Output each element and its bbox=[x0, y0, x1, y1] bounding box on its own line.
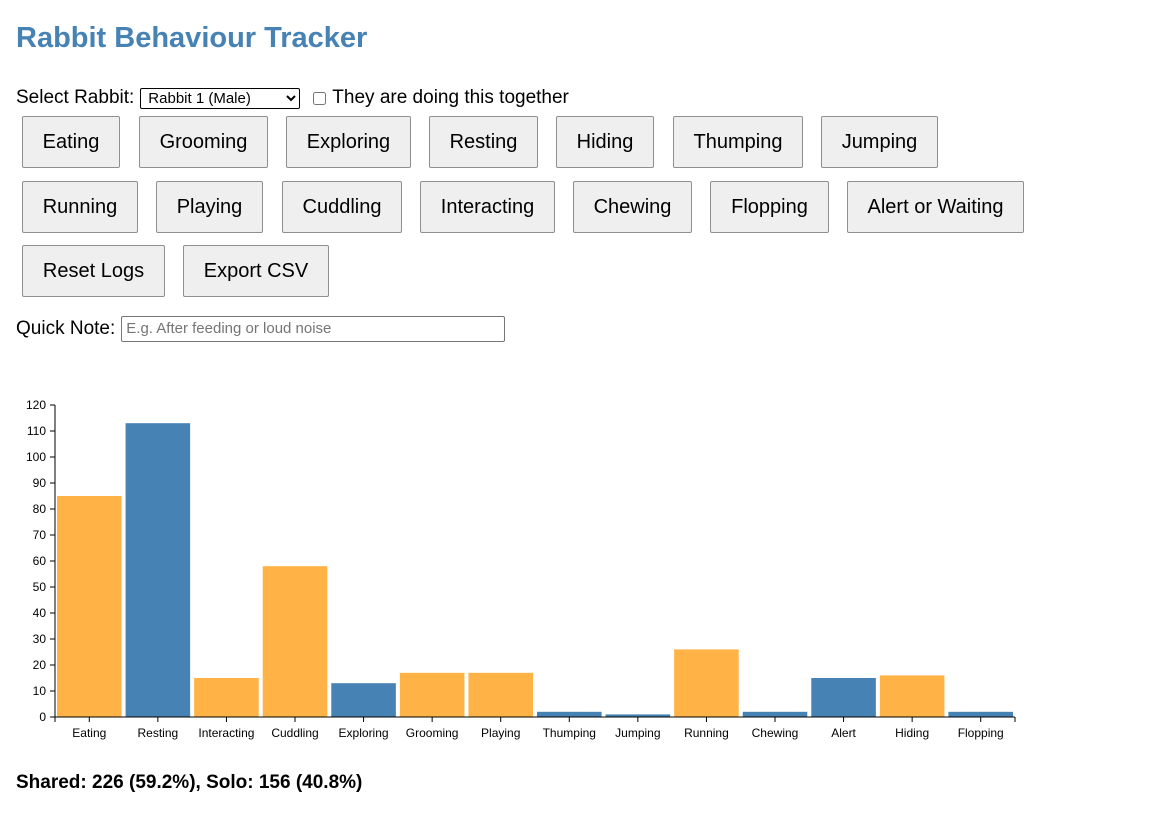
running-button[interactable]: Running bbox=[22, 181, 138, 233]
resting-button[interactable]: Resting bbox=[429, 116, 538, 168]
grooming-button[interactable]: Grooming bbox=[139, 116, 268, 168]
page-title: Rabbit Behaviour Tracker bbox=[16, 22, 368, 54]
bar-playing bbox=[468, 672, 533, 717]
alert-or-waiting-button[interactable]: Alert or Waiting bbox=[847, 181, 1024, 233]
quick-note-label: Quick Note: bbox=[16, 317, 116, 339]
x-tick-label: Cuddling bbox=[271, 726, 318, 740]
jumping-button[interactable]: Jumping bbox=[821, 116, 938, 168]
y-tick-label: 100 bbox=[26, 450, 46, 464]
y-tick-label: 30 bbox=[33, 632, 47, 646]
bar-interacting bbox=[194, 678, 259, 717]
y-tick-label: 20 bbox=[33, 658, 47, 672]
together-label: They are doing this together bbox=[332, 87, 569, 108]
y-tick-label: 110 bbox=[27, 424, 46, 438]
hiding-button[interactable]: Hiding bbox=[556, 116, 654, 168]
x-tick-label: Hiding bbox=[895, 726, 929, 740]
bar-alert bbox=[811, 678, 876, 717]
y-tick-label: 70 bbox=[33, 528, 47, 542]
y-tick-label: 90 bbox=[33, 476, 47, 490]
cuddling-button[interactable]: Cuddling bbox=[282, 181, 402, 233]
shared-solo-summary: Shared: 226 (59.2%), Solo: 156 (40.8%) bbox=[16, 772, 363, 793]
bar-flopping bbox=[948, 711, 1013, 717]
y-tick-label: 80 bbox=[33, 502, 47, 516]
bar-eating bbox=[57, 496, 122, 717]
playing-button[interactable]: Playing bbox=[156, 181, 263, 233]
x-tick-label: Exploring bbox=[339, 726, 389, 740]
exploring-button[interactable]: Exploring bbox=[286, 116, 411, 168]
x-tick-label: Jumping bbox=[615, 726, 660, 740]
eating-button[interactable]: Eating bbox=[22, 116, 120, 168]
x-tick-label: Alert bbox=[831, 726, 856, 740]
x-tick-label: Interacting bbox=[198, 726, 254, 740]
reset-logs-button[interactable]: Reset Logs bbox=[22, 245, 165, 297]
select-rabbit-label: Select Rabbit: bbox=[16, 87, 135, 108]
bar-resting bbox=[125, 423, 191, 717]
behaviour-bar-chart: 0 10 20 30 40 50 60 70 80 90 100 110 120 Eating Restin… bbox=[26, 398, 1016, 740]
y-tick-label: 0 bbox=[39, 710, 46, 724]
x-tick-label: Chewing bbox=[752, 726, 799, 740]
bar-hiding bbox=[879, 675, 945, 717]
export-csv-button[interactable]: Export CSV bbox=[183, 245, 329, 297]
y-tick-label: 40 bbox=[33, 606, 47, 620]
x-tick-label: Grooming bbox=[406, 726, 459, 740]
bar-chewing bbox=[742, 711, 808, 717]
bar-exploring bbox=[331, 683, 396, 717]
y-tick-label: 50 bbox=[33, 580, 47, 594]
quick-note-row: Quick Note: bbox=[16, 315, 506, 342]
thumping-button[interactable]: Thumping bbox=[673, 116, 803, 168]
rabbit-select-row: Select Rabbit: Rabbit 1 (Male) They are … bbox=[16, 86, 569, 110]
x-tick-label: Eating bbox=[72, 726, 106, 740]
y-tick-label: 10 bbox=[33, 684, 47, 698]
x-tick-label: Running bbox=[684, 726, 729, 740]
flopping-button[interactable]: Flopping bbox=[710, 181, 829, 233]
bar-thumping bbox=[537, 711, 602, 717]
x-tick-label: Thumping bbox=[543, 726, 596, 740]
y-tick-label: 120 bbox=[26, 398, 46, 412]
bar-running bbox=[674, 649, 739, 717]
interacting-button[interactable]: Interacting bbox=[420, 181, 555, 233]
x-tick-label: Playing bbox=[481, 726, 520, 740]
chewing-button[interactable]: Chewing bbox=[573, 181, 692, 233]
x-tick-label: Resting bbox=[138, 726, 179, 740]
bar-cuddling bbox=[262, 566, 328, 717]
rabbit-select[interactable]: Rabbit 1 (Male) bbox=[140, 87, 301, 109]
together-checkbox[interactable] bbox=[313, 91, 327, 105]
bar-grooming bbox=[399, 672, 465, 717]
quick-note-input[interactable] bbox=[121, 315, 506, 342]
x-tick-label: Flopping bbox=[958, 726, 1004, 740]
y-tick-label: 60 bbox=[33, 554, 47, 568]
